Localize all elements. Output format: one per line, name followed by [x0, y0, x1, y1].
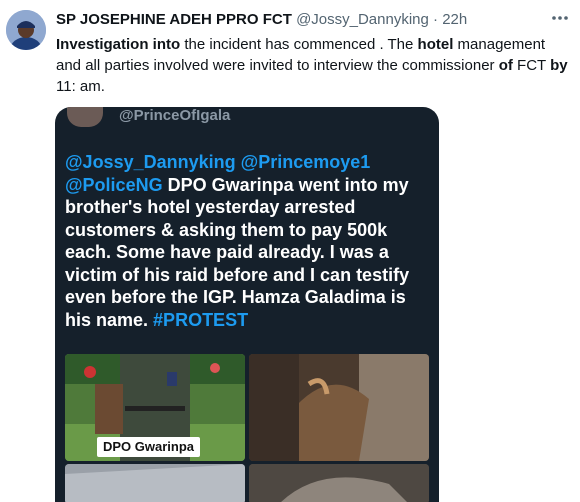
author-name[interactable]: SP JOSEPHINE ADEH PPRO FCT — [56, 11, 292, 28]
mention-link: @Jossy_Dannyking — [65, 152, 236, 172]
more-horizontal-icon[interactable] — [546, 8, 574, 32]
hashtag-link: #PROTEST — [153, 309, 249, 330]
image-caption: DPO Gwarinpa — [97, 437, 201, 457]
tweet-text: Investigation into the incident has comm… — [56, 36, 568, 95]
photo-bottom-right — [249, 464, 429, 502]
photo-bottom-left — [65, 464, 245, 502]
quoted-text: @Jossy_Dannyking @Princemoye1 @PoliceNG … — [65, 152, 410, 330]
author-avatar[interactable] — [6, 10, 46, 50]
photo-room — [249, 354, 429, 461]
time-separator: · — [433, 11, 439, 28]
tweet-header: SP JOSEPHINE ADEH PPRO FCT @Jossy_Dannyk… — [56, 10, 540, 30]
tweet-media-image[interactable]: @PrinceOfIgala @Jossy_Dannyking @Princem… — [55, 107, 439, 502]
mention-link: @Princemoye1 — [240, 152, 371, 172]
author-handle[interactable]: @Jossy_Dannyking — [296, 11, 429, 28]
quoted-avatar — [67, 107, 103, 127]
quoted-handle: @PrinceOfIgala — [119, 107, 231, 124]
tweet-timestamp[interactable]: 22h — [442, 11, 467, 28]
mention-link: @PoliceNG — [65, 174, 163, 195]
